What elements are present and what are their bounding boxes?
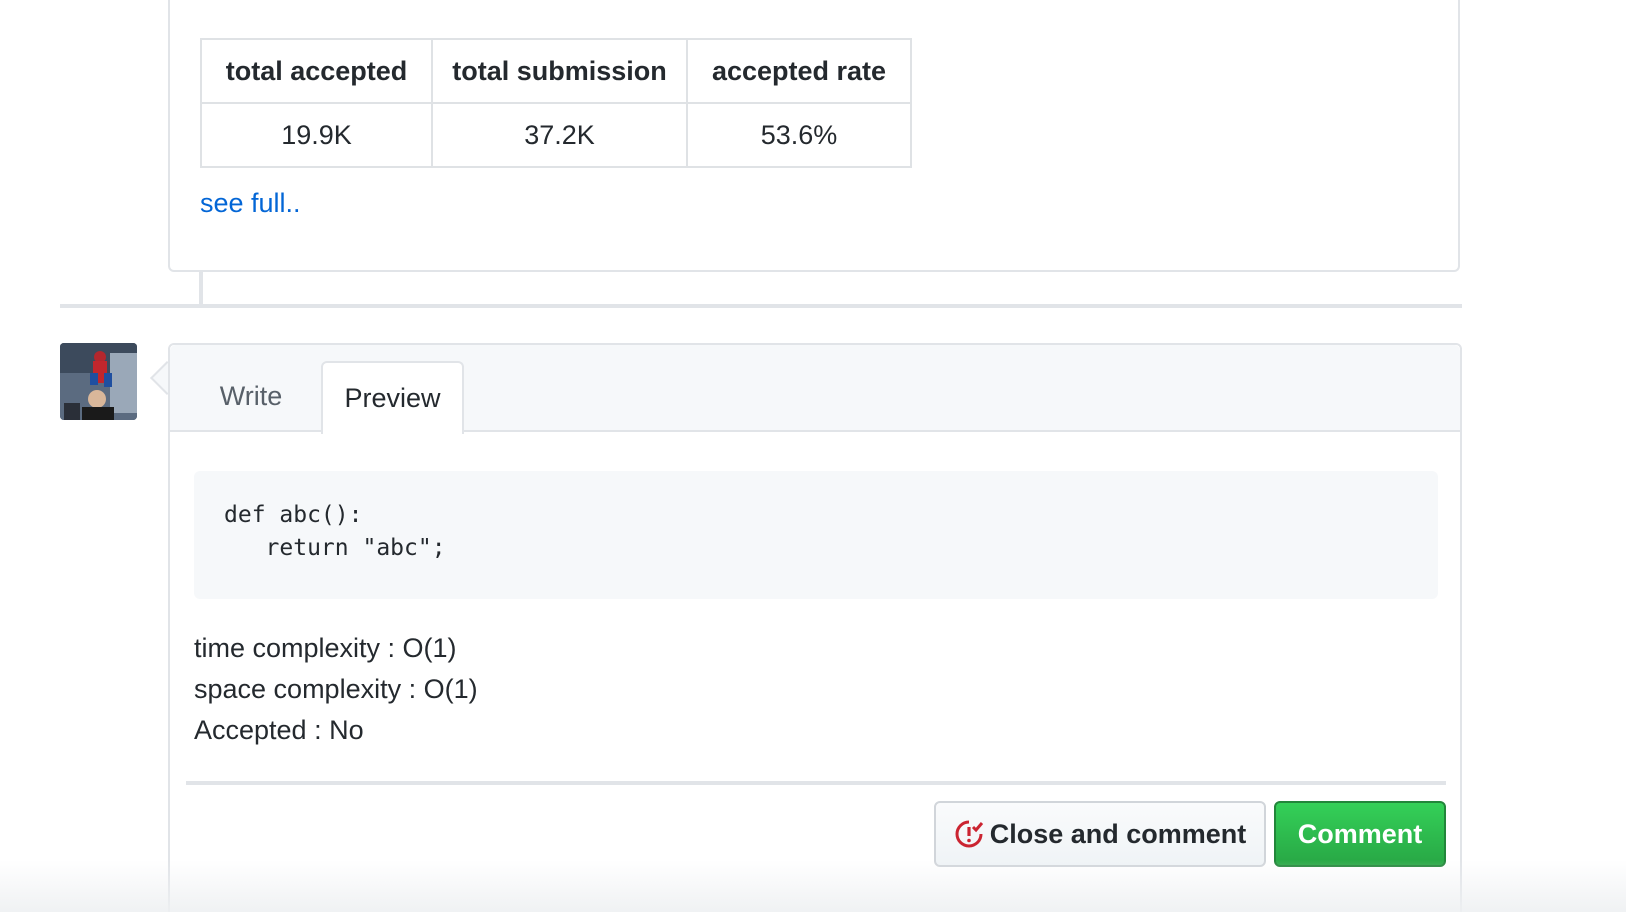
preview-text-accepted: Accepted : No xyxy=(194,715,364,745)
cell-total-accepted: 19.9K xyxy=(200,102,433,168)
header-total-submission: total submission xyxy=(431,38,688,104)
previous-comment-box: total accepted total submission accepted… xyxy=(168,0,1460,272)
preview-text-space-complexity: space complexity : O(1) xyxy=(194,674,478,704)
close-and-comment-button[interactable]: Close and comment xyxy=(934,801,1266,867)
preview-text-time-complexity: time complexity : O(1) xyxy=(194,633,457,663)
tab-preview[interactable]: Preview xyxy=(321,361,464,434)
table-row: 19.9K 37.2K 53.6% xyxy=(200,102,912,168)
see-full-link[interactable]: see full.. xyxy=(200,188,301,219)
avatar-image xyxy=(60,343,137,420)
timeline-connector xyxy=(199,272,203,306)
preview-code-block: def abc(): return "abc"; xyxy=(194,471,1438,599)
comment-form: Write Preview def abc(): return "abc"; t… xyxy=(168,343,1462,912)
header-total-accepted: total accepted xyxy=(200,38,433,104)
stats-table: total accepted total submission accepted… xyxy=(200,38,912,168)
header-accepted-rate: accepted rate xyxy=(686,38,912,104)
issue-closed-icon xyxy=(954,819,984,849)
comment-button[interactable]: Comment xyxy=(1274,801,1446,867)
issue-page: total accepted total submission accepted… xyxy=(0,0,1626,912)
comment-form-tabs: Write Preview xyxy=(170,345,1460,434)
avatar[interactable] xyxy=(60,343,137,420)
timeline-divider xyxy=(60,304,1462,308)
table-header-row: total accepted total submission accepted… xyxy=(200,38,912,104)
close-and-comment-label: Close and comment xyxy=(989,818,1247,849)
form-actions-divider xyxy=(186,781,1446,785)
tab-write[interactable]: Write xyxy=(188,361,314,432)
cell-total-submission: 37.2K xyxy=(431,102,688,168)
cell-accepted-rate: 53.6% xyxy=(686,102,912,168)
